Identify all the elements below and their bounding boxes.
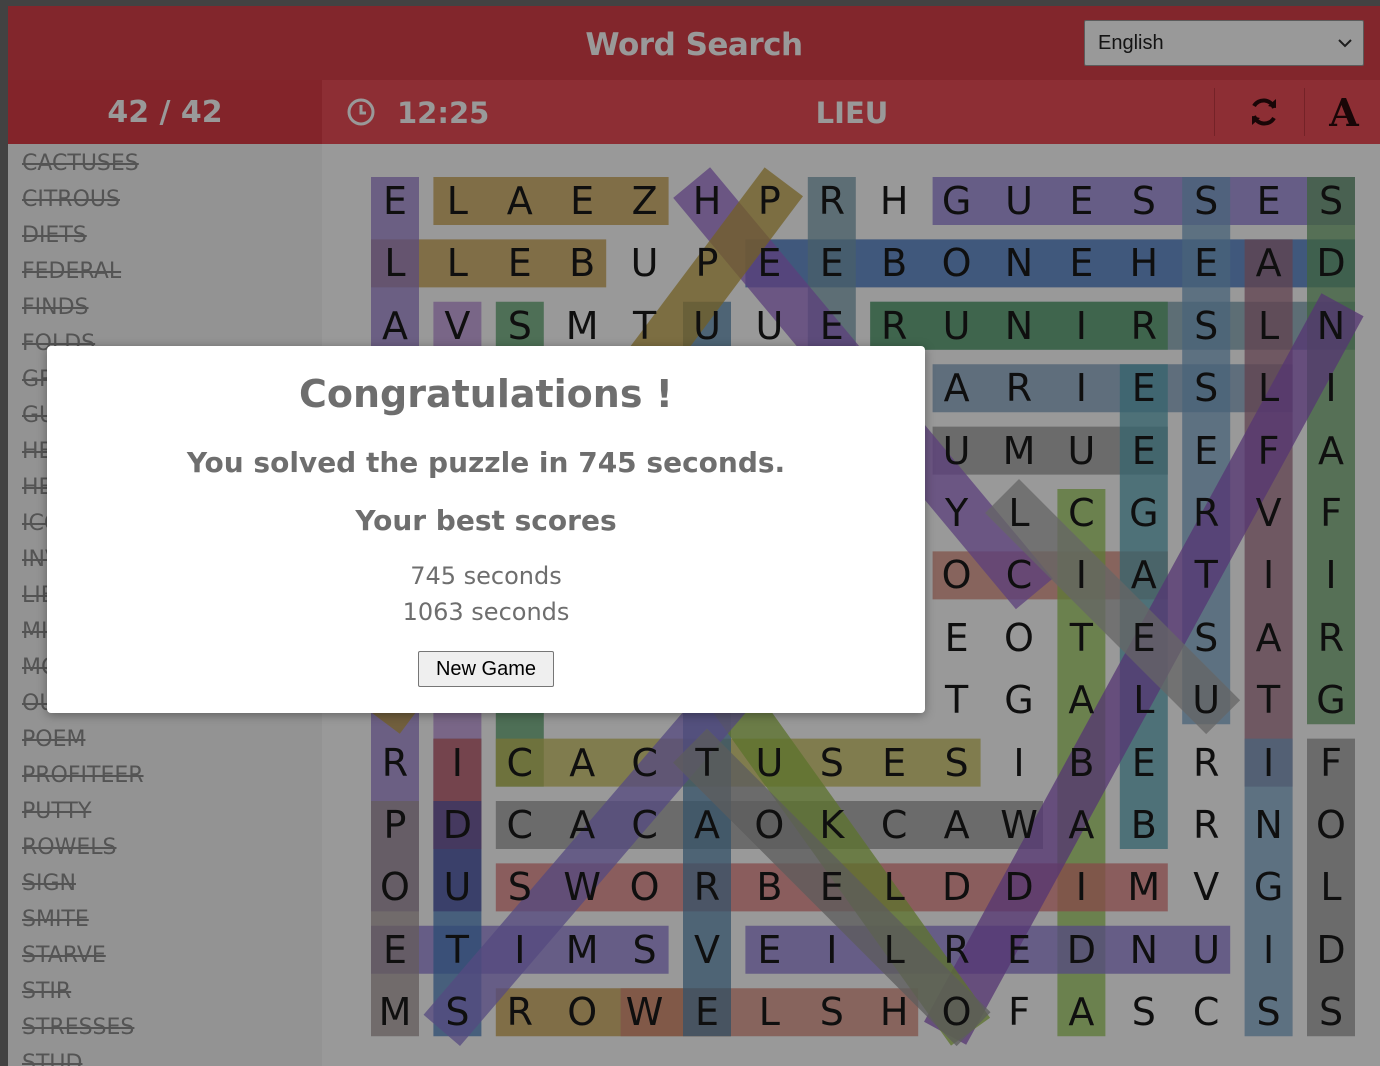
dialog-message: You solved the puzzle in 745 seconds.: [186, 446, 786, 479]
congratulations-dialog: Congratulations ! You solved the puzzle …: [47, 346, 925, 713]
new-game-button[interactable]: New Game: [418, 651, 554, 687]
best-score: 1063 seconds: [402, 598, 570, 626]
best-scores-heading: Your best scores: [355, 504, 617, 537]
dialog-title: Congratulations !: [298, 372, 674, 416]
best-score: 745 seconds: [410, 562, 562, 590]
